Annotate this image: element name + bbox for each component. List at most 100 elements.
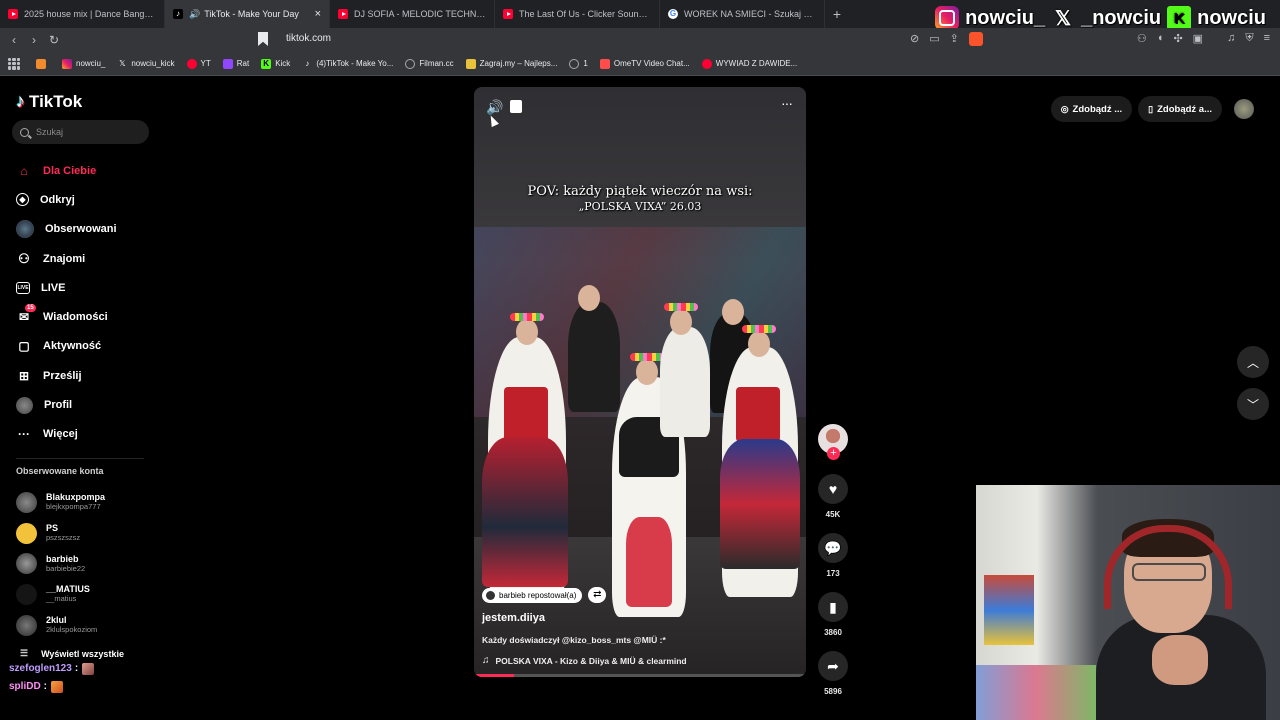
nav-explore[interactable]: ◆ Odkryj — [16, 185, 117, 214]
tab-title: The Last Of Us - Clicker Sound Effect — [519, 9, 651, 19]
close-tab-icon[interactable]: × — [315, 8, 321, 20]
bookmark-icon[interactable] — [258, 32, 268, 46]
tiktok-logo[interactable]: ♪ TikTok — [16, 91, 82, 112]
share-icon[interactable]: ➦ — [818, 651, 848, 681]
comment-icon[interactable]: 💬 — [818, 533, 848, 563]
menu-icon[interactable]: ≡ — [1264, 32, 1270, 45]
get-app-button[interactable]: ▯ Zdobądź a... — [1138, 96, 1222, 122]
see-all-button[interactable]: ☰ Wyświetl wszystkie — [20, 648, 124, 659]
followed-account[interactable]: PS pszszszsz — [16, 518, 105, 549]
browser-tab[interactable]: The Last Of Us - Clicker Sound Effect — [495, 0, 660, 28]
more-icon: ··· — [18, 427, 30, 442]
account-name: barbieb — [46, 553, 79, 564]
followed-account[interactable]: __MATIUS __matius — [16, 579, 105, 610]
logo-text: TikTok — [29, 91, 83, 111]
back-icon[interactable]: ‹ — [4, 33, 24, 47]
nav-messages[interactable]: ✉ 15 Wiadomości — [16, 302, 117, 331]
like-count: 45K — [825, 510, 841, 519]
repost-pill[interactable]: barbieb repostował(a) — [482, 587, 583, 603]
bookmark-item[interactable]: Filman.cc — [405, 58, 454, 69]
bookmark-item[interactable]: nowciu_ — [62, 58, 105, 69]
heart-icon[interactable]: ♥ — [818, 474, 848, 504]
puzzle-icon[interactable]: ✣ — [1173, 32, 1182, 45]
repost-indicator[interactable]: barbieb repostował(a) ⇄ — [482, 587, 607, 603]
followed-accounts-title: Obserwowane konta — [16, 466, 104, 476]
share-icon[interactable]: ⇪ — [950, 32, 959, 46]
apps-grid-icon[interactable] — [8, 57, 20, 70]
account-name: __MATIUS — [46, 584, 90, 595]
bookmark-label: Kick — [275, 59, 291, 68]
user-avatar[interactable] — [1234, 99, 1254, 119]
forward-icon[interactable]: › — [24, 33, 44, 47]
pause-icon[interactable] — [510, 100, 522, 113]
translate-icon[interactable]: ◖ — [1157, 32, 1164, 45]
brave-shield-icon[interactable] — [968, 32, 983, 46]
url-field[interactable]: tiktok.com — [286, 33, 331, 44]
nav-profile[interactable]: Profil — [16, 390, 117, 419]
get-coins-button[interactable]: ◎ Zdobądź ... — [1050, 96, 1133, 122]
video-player[interactable]: POV: każdy piątek wieczór na wsi: „POLSK… — [474, 87, 806, 677]
bookmark-item[interactable]: 𝕏 nowciu_kick — [117, 59, 174, 69]
speaker-icon[interactable]: 🔊 — [189, 9, 200, 20]
bookmark-item[interactable]: Zagraj.my – Najleps... — [465, 58, 557, 69]
account-avatar — [16, 522, 37, 544]
cast-icon[interactable]: ▭ — [929, 32, 939, 46]
followed-account[interactable]: Blakuxpompa blejkxpompa777 — [16, 487, 105, 518]
nav-friends[interactable]: ⚇ Znajomi — [16, 244, 117, 273]
share-action[interactable]: ➦ 5896 — [818, 651, 848, 696]
friends-icon: ⚇ — [18, 250, 30, 266]
media-icon[interactable]: ⊘ — [910, 32, 919, 46]
browser-tab-active[interactable]: ♪ 🔊 TikTok - Make Your Day × — [165, 0, 330, 28]
nav-label: Profil — [44, 399, 73, 412]
share-count: 5896 — [824, 687, 842, 696]
bookmark-item[interactable]: YT — [186, 58, 211, 69]
follow-plus-icon[interactable]: + — [827, 447, 840, 460]
like-action[interactable]: ♥ 45K — [818, 474, 848, 519]
bookmark-item[interactable]: ♪ (4)TikTok - Make Yo... — [302, 59, 393, 69]
save-action[interactable]: ▮ 3860 — [818, 592, 848, 637]
nav-activity[interactable]: ▢ Aktywność — [16, 332, 117, 361]
see-all-label: Wyświetl wszystkie — [41, 648, 124, 659]
bookmark-icon[interactable]: ▮ — [818, 592, 848, 622]
browser-tab[interactable]: DJ SOFIA - MELODIC TECHNO & FUT — [330, 0, 495, 28]
ometv-icon — [599, 58, 610, 69]
extension-icon[interactable]: ⚇ — [1137, 32, 1147, 45]
search-input[interactable] — [36, 127, 136, 137]
reload-icon[interactable]: ↻ — [44, 33, 64, 47]
more-options-icon[interactable]: ··· — [781, 95, 793, 111]
bookmark-item[interactable]: WYWIAD Z DAWIDE... — [701, 58, 797, 69]
chevron-up-icon[interactable]: ︿ — [1237, 346, 1269, 378]
chat-username: szefoglen123 — [9, 663, 72, 674]
video-music[interactable]: ♫ POLSKA VIXA - Kizo & Diiya & MIÜ & cle… — [482, 655, 687, 666]
browser-tab[interactable]: 2025 house mix | Dance Bangers - Yo — [0, 0, 165, 28]
sidebar-icon[interactable]: ▣ — [1193, 32, 1203, 45]
nav-more[interactable]: ··· Więcej — [16, 420, 117, 449]
followed-account[interactable]: 2klul 2klulspokoziom — [16, 610, 105, 641]
music-icon[interactable]: ♫ — [1227, 32, 1235, 45]
search-box[interactable] — [12, 120, 149, 144]
nav-upload[interactable]: ⊞ Prześlij — [16, 361, 117, 390]
instagram-handle: nowciu_ — [965, 6, 1046, 29]
comment-action[interactable]: 💬 173 — [818, 533, 848, 578]
chevron-down-icon[interactable]: ﹀ — [1237, 388, 1269, 420]
bookmark-item[interactable]: Rat — [222, 58, 249, 69]
creator-avatar[interactable]: + — [818, 424, 848, 460]
shield-icon[interactable]: ⛨ — [1245, 32, 1253, 45]
nav-live[interactable]: LIVE LIVE — [16, 273, 117, 302]
new-tab-button[interactable]: + — [825, 6, 849, 22]
browser-tab[interactable]: G WOREK NA SMIECI - Szukaj w Googl — [660, 0, 825, 28]
nav-for-you[interactable]: ⌂ Dla Ciebie — [16, 156, 117, 185]
bookmark-item[interactable]: K Kick — [261, 58, 291, 69]
bookmark-folder[interactable] — [36, 58, 50, 69]
repost-label: barbieb repostował(a) — [499, 590, 577, 600]
video-progress-bar[interactable] — [474, 674, 806, 677]
nav-following[interactable]: Obserwowani — [16, 215, 117, 244]
bookmark-item[interactable]: 1 — [569, 58, 588, 69]
video-author[interactable]: jestem.diiya — [482, 612, 545, 624]
volume-icon[interactable]: 🔊 — [486, 99, 503, 116]
repost-icon[interactable]: ⇄ — [588, 587, 607, 603]
bookmark-item[interactable]: OmeTV Video Chat... — [599, 58, 690, 69]
followed-account[interactable]: barbieb barbiebie22 — [16, 548, 105, 579]
instagram-icon — [62, 58, 72, 69]
bookmark-label: YT — [200, 59, 211, 68]
